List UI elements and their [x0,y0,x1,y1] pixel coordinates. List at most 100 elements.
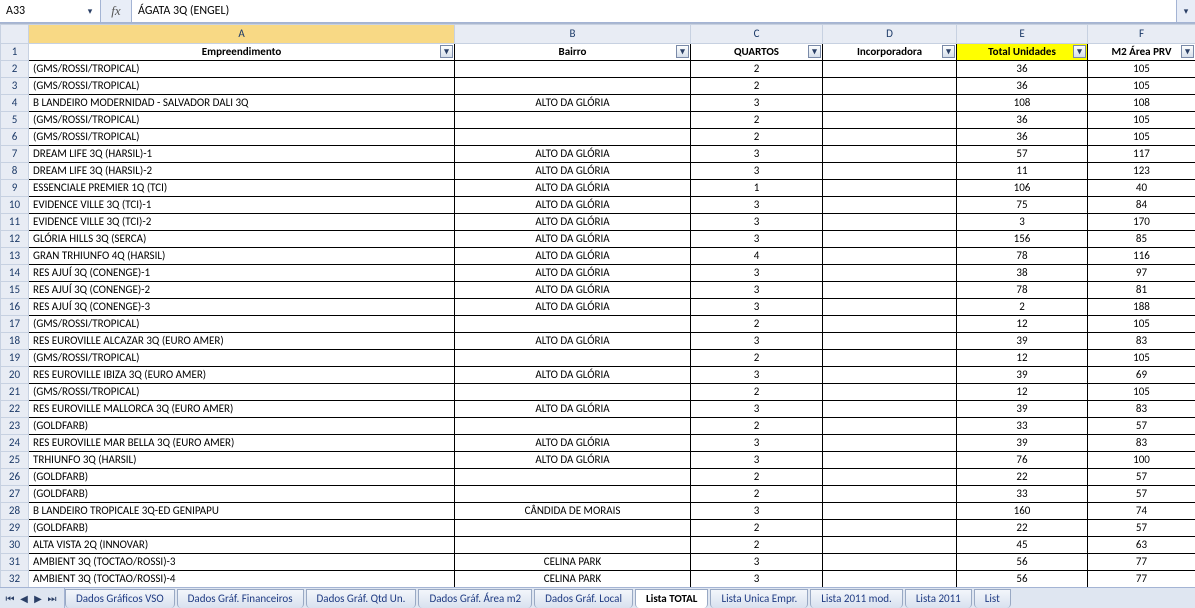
row-header[interactable]: 26 [1,469,29,486]
filter-icon[interactable] [808,45,821,58]
cell[interactable]: 36 [957,129,1088,146]
row-header[interactable]: 22 [1,401,29,418]
cell[interactable]: 81 [1088,282,1195,299]
filter-icon[interactable] [1073,45,1086,58]
cell[interactable] [455,350,691,367]
row-header[interactable]: 18 [1,333,29,350]
cell[interactable]: 105 [1088,112,1195,129]
row-header[interactable]: 15 [1,282,29,299]
header-total-unidades[interactable]: Total Unidades [957,44,1088,61]
sheet-tab[interactable]: Dados Gráficos VSO [65,589,175,608]
cell[interactable] [823,180,957,197]
cell[interactable] [823,418,957,435]
cell[interactable]: 105 [1088,78,1195,95]
cell[interactable]: 2 [691,61,823,78]
cell[interactable]: 11 [957,163,1088,180]
cell[interactable]: 2 [691,418,823,435]
cell[interactable] [823,231,957,248]
cell[interactable]: ALTO DA GLÓRIA [455,95,691,112]
header-empreendimento[interactable]: Empreendimento [29,44,455,61]
cell[interactable]: 57 [957,146,1088,163]
cell[interactable]: 38 [957,265,1088,282]
cell[interactable]: TRHIUNFO 3Q (HARSIL) [29,452,455,469]
cell[interactable]: 83 [1088,435,1195,452]
cell[interactable] [823,95,957,112]
cell[interactable]: 1 [691,180,823,197]
sheet-tab[interactable]: List [974,589,1011,608]
cell[interactable]: 3 [691,214,823,231]
cell[interactable]: 3 [691,435,823,452]
cell[interactable]: 22 [957,520,1088,537]
cell[interactable]: 2 [691,520,823,537]
cell[interactable] [823,571,957,588]
cell[interactable]: (GOLDFARB) [29,520,455,537]
cell[interactable]: CÂNDIDA DE MORAIS [455,503,691,520]
tab-nav-next-icon[interactable]: ▶ [32,592,44,605]
row-header[interactable]: 3 [1,78,29,95]
header-quartos[interactable]: QUARTOS [691,44,823,61]
cell[interactable]: AMBIENT 3Q (TOCTAO/ROSSI)-3 [29,554,455,571]
cell[interactable]: 3 [691,95,823,112]
cell[interactable]: 3 [691,197,823,214]
cell[interactable]: ALTO DA GLÓRIA [455,452,691,469]
cell[interactable] [455,486,691,503]
cell[interactable]: 3 [691,265,823,282]
cell[interactable]: ALTO DA GLÓRIA [455,299,691,316]
cell[interactable]: 2 [691,78,823,95]
sheet-tab[interactable]: Dados Gráf. Local [534,589,633,608]
cell[interactable]: 116 [1088,248,1195,265]
sheet-tab[interactable]: Lista 2011 [905,589,972,608]
row-header[interactable]: 2 [1,61,29,78]
cell[interactable] [455,78,691,95]
cell[interactable]: 39 [957,333,1088,350]
row-header[interactable]: 5 [1,112,29,129]
cell[interactable] [823,452,957,469]
cell[interactable]: 77 [1088,571,1195,588]
cell[interactable]: CELINA PARK [455,554,691,571]
row-header[interactable]: 8 [1,163,29,180]
cell[interactable]: RES EUROVILLE MALLORCA 3Q (EURO AMER) [29,401,455,418]
cell[interactable]: 84 [1088,197,1195,214]
cell[interactable]: 2 [691,537,823,554]
filter-icon[interactable] [440,45,453,58]
cell[interactable] [455,520,691,537]
row-header[interactable]: 14 [1,265,29,282]
cell[interactable]: 105 [1088,316,1195,333]
cell[interactable]: B LANDEIRO MODERNIDAD - SALVADOR DALI 3Q [29,95,455,112]
filter-icon[interactable] [1181,45,1194,58]
cell[interactable] [823,350,957,367]
row-header[interactable]: 30 [1,537,29,554]
cell[interactable]: ESSENCIALE PREMIER 1Q (TCI) [29,180,455,197]
row-header[interactable]: 24 [1,435,29,452]
cell[interactable]: (GMS/ROSSI/TROPICAL) [29,61,455,78]
cell[interactable] [455,129,691,146]
row-header[interactable]: 13 [1,248,29,265]
cell[interactable]: 78 [957,248,1088,265]
cell[interactable] [823,61,957,78]
row-header[interactable]: 6 [1,129,29,146]
cell[interactable] [455,537,691,554]
row-header[interactable]: 7 [1,146,29,163]
cell[interactable]: 100 [1088,452,1195,469]
cell[interactable]: 4 [691,248,823,265]
cell[interactable]: 117 [1088,146,1195,163]
tab-nav-first-icon[interactable]: ⏮ [4,592,16,605]
row-header[interactable]: 31 [1,554,29,571]
cell[interactable] [823,520,957,537]
cell[interactable] [823,282,957,299]
cell[interactable]: 77 [1088,554,1195,571]
cell[interactable]: EVIDENCE VILLE 3Q (TCI)-1 [29,197,455,214]
column-header-A[interactable]: A [29,25,455,44]
cell[interactable]: 3 [691,163,823,180]
header-bairro[interactable]: Bairro [455,44,691,61]
cell[interactable] [823,248,957,265]
cell[interactable] [455,384,691,401]
cell[interactable]: (GOLDFARB) [29,418,455,435]
tab-nav-prev-icon[interactable]: ◀ [18,592,30,605]
cell[interactable]: ALTO DA GLÓRIA [455,180,691,197]
cell[interactable]: 40 [1088,180,1195,197]
row-header[interactable]: 17 [1,316,29,333]
cell[interactable]: RES AJUÍ 3Q (CONENGE)-2 [29,282,455,299]
row-header[interactable]: 10 [1,197,29,214]
cell[interactable]: GRAN TRHIUNFO 4Q (HARSIL) [29,248,455,265]
